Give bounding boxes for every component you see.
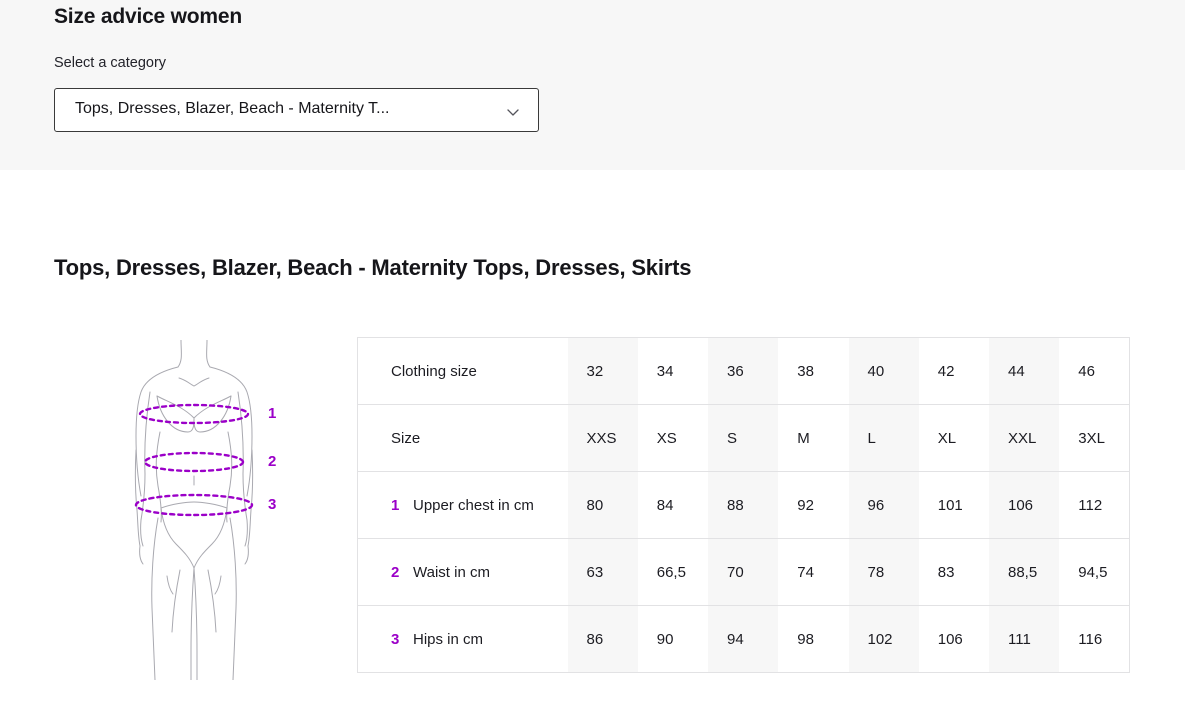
- table-cell: XS: [637, 404, 708, 472]
- table-cell: 80: [567, 471, 638, 539]
- hips-measure-ellipse: [134, 493, 254, 517]
- table-cell: 98: [778, 605, 849, 673]
- table-cell: 40: [848, 337, 919, 405]
- table-cell: S: [708, 404, 779, 472]
- row-label-cell: 1 Upper chest in cm: [357, 471, 568, 539]
- table-cell: 86: [567, 605, 638, 673]
- table-cell: 94: [708, 605, 779, 673]
- table-cell: 32: [567, 337, 638, 405]
- row-label-text: Hips in cm: [413, 630, 484, 648]
- row-label-text: Upper chest in cm: [413, 496, 534, 514]
- row-marker-number: 2: [391, 563, 400, 581]
- category-label: Select a category: [54, 55, 167, 71]
- table-row: Clothing size 32 34 36 38 40 42 44 46: [357, 337, 1131, 405]
- table-cell: 101: [918, 471, 989, 539]
- table-cell: 63: [567, 538, 638, 606]
- table-cell: 36: [708, 337, 779, 405]
- section-title: Tops, Dresses, Blazer, Beach - Maternity…: [54, 255, 692, 280]
- table-cell: 38: [778, 337, 849, 405]
- table-cell: 106: [918, 605, 989, 673]
- selector-band: Size advice women Select a category Tops…: [0, 0, 1185, 170]
- table-cell: 66,5: [637, 538, 708, 606]
- table-cell: 78: [848, 538, 919, 606]
- table-row: Size XXS XS S M L XL XXL 3XL: [357, 404, 1131, 472]
- table-cell: 84: [637, 471, 708, 539]
- table-row: 3 Hips in cm 86 90 94 98 102 106 111 116: [357, 605, 1131, 673]
- category-select-value: Tops, Dresses, Blazer, Beach - Maternity…: [75, 100, 390, 117]
- table-cell: 94,5: [1059, 538, 1131, 606]
- table-cell: 3XL: [1059, 404, 1131, 472]
- diagram-marker-2: 2: [268, 453, 277, 470]
- row-label-cell: Size: [357, 404, 568, 472]
- table-cell: 83: [918, 538, 989, 606]
- table-cell: 34: [637, 337, 708, 405]
- row-marker-number: 1: [391, 496, 400, 514]
- table-cell: M: [778, 404, 849, 472]
- category-select[interactable]: Tops, Dresses, Blazer, Beach - Maternity…: [54, 88, 539, 132]
- row-label-cell: 3 Hips in cm: [357, 605, 568, 673]
- table-cell: 44: [989, 337, 1060, 405]
- row-label-text: Waist in cm: [413, 563, 490, 581]
- table-cell: XL: [918, 404, 989, 472]
- chevron-down-icon: [506, 105, 520, 119]
- table-cell: 102: [848, 605, 919, 673]
- row-label-cell: Clothing size: [357, 337, 568, 405]
- table-cell: 88: [708, 471, 779, 539]
- table-cell: L: [848, 404, 919, 472]
- row-label-text: Clothing size: [391, 362, 477, 380]
- table-cell: 46: [1059, 337, 1131, 405]
- table-cell: 42: [918, 337, 989, 405]
- table-cell: 92: [778, 471, 849, 539]
- table-cell: XXL: [989, 404, 1060, 472]
- waist-measure-ellipse: [143, 451, 245, 473]
- table-row: 1 Upper chest in cm 80 84 88 92 96 101 106 112: [357, 471, 1131, 539]
- table-cell: 112: [1059, 471, 1131, 539]
- table-cell: XXS: [567, 404, 638, 472]
- table-cell: 96: [848, 471, 919, 539]
- diagram-marker-3: 3: [268, 496, 277, 513]
- body-measurement-diagram: [110, 340, 310, 680]
- table-cell: 116: [1059, 605, 1131, 673]
- table-cell: 88,5: [989, 538, 1060, 606]
- page-title: Size advice women: [54, 5, 243, 28]
- row-marker-number: 3: [391, 630, 400, 648]
- table-cell: 106: [989, 471, 1060, 539]
- row-label-cell: 2 Waist in cm: [357, 538, 568, 606]
- row-label-text: Size: [391, 429, 421, 447]
- size-chart-table: Clothing size 32 34 36 38 40 42 44 46 Size XXS XS S M…: [357, 337, 1131, 673]
- table-cell: 74: [778, 538, 849, 606]
- table-cell: 90: [637, 605, 708, 673]
- table-cell: 111: [989, 605, 1060, 673]
- diagram-marker-1: 1: [268, 405, 277, 422]
- table-row: 2 Waist in cm 63 66,5 70 74 78 83 88,5 94,5: [357, 538, 1131, 606]
- table-cell: 70: [708, 538, 779, 606]
